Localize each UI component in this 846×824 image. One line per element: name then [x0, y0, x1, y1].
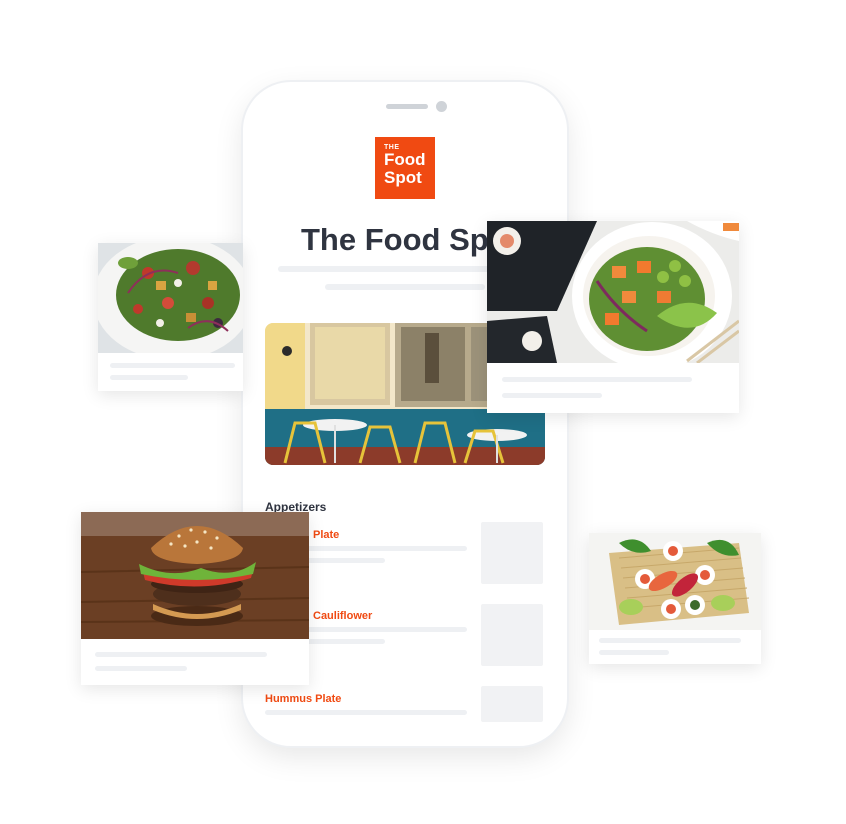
menu-item-name[interactable]: Plate [313, 529, 339, 541]
placeholder-line [265, 710, 467, 715]
food-card-burger [81, 512, 309, 685]
food-card-salad [98, 243, 243, 391]
food-card-poke-bowl [487, 221, 739, 413]
placeholder-line [599, 650, 669, 655]
salad-photo [98, 243, 243, 360]
menu-item-thumbnail [481, 522, 543, 584]
restaurant-logo: THE Food Spot [375, 137, 435, 199]
poke-bowl-photo [487, 221, 739, 370]
logo-text-spot: Spot [384, 168, 422, 187]
menu-item-thumbnail [481, 686, 543, 722]
placeholder-line [325, 284, 485, 290]
placeholder-line [95, 666, 187, 671]
placeholder-line [599, 638, 741, 643]
food-card-sushi [589, 533, 761, 664]
menu-item-name[interactable]: Hummus Plate [265, 693, 341, 705]
menu-item-name[interactable]: Cauliflower [313, 610, 372, 622]
placeholder-line [110, 375, 188, 380]
placeholder-line [95, 652, 267, 657]
phone-speaker [386, 104, 428, 109]
placeholder-line [502, 377, 692, 382]
placeholder-line [110, 363, 235, 368]
placeholder-line [502, 393, 602, 398]
menu-item-thumbnail [481, 604, 543, 666]
logo-text-food: Food [384, 150, 426, 169]
sushi-photo [589, 533, 761, 630]
burger-photo [81, 512, 309, 639]
phone-camera [436, 101, 447, 112]
